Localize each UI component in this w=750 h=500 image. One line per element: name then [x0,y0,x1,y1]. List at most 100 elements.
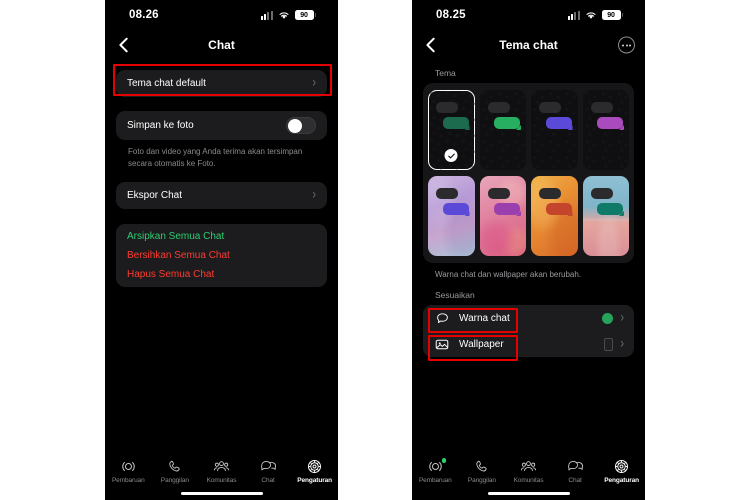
status-time: 08.25 [436,9,466,21]
right-nav-header: Tema chat [412,30,645,60]
tab-label: Pengaturan [604,477,640,484]
status-time: 08.26 [129,9,159,21]
theme-default-card: Tema chat default › [116,70,327,97]
page-title: Chat [208,38,235,52]
tab-panggilan[interactable]: Panggilan [459,457,505,484]
left-phone-screen: 08.26 90 Chat Tema chat default › Simpan… [105,0,338,500]
settings-icon [599,457,645,476]
row-label: Hapus Semua Chat [127,269,215,281]
theme-thumb-beach-blue[interactable] [582,176,629,256]
updates-icon [412,457,458,476]
tab-label: Pembaruan [418,477,452,484]
tab-label: Chat [261,477,275,484]
chat-bubble-icon [433,312,451,325]
home-indicator [487,491,570,495]
chevron-right-icon: › [312,187,316,203]
chevron-right-icon: › [312,75,316,91]
tab-chat[interactable]: Chat [552,457,598,484]
left-tab-bar: Pembaruan Panggilan Komunitas Chat Penga… [105,452,338,500]
row-label: Ekspor Chat [127,190,183,202]
row-hapus-semua-chat[interactable]: Hapus Semua Chat [116,266,327,287]
save-to-photos-helper-text: Foto dan video yang Anda terima akan ter… [128,147,303,168]
cellular-signal-icon [567,10,580,20]
export-chat-card: Ekspor Chat › [116,182,327,210]
danger-actions-card: Arsipkan Semua Chat Bersihkan Semua Chat… [116,224,327,288]
customize-card: Warna chat › Wallpaper › [423,305,634,357]
updates-badge-dot [441,458,447,463]
theme-thumb-lavender-leaves[interactable] [428,176,475,256]
chat-color-swatch [602,312,614,324]
tab-panggilan[interactable]: Panggilan [152,457,198,484]
wifi-icon [278,11,289,19]
theme-thumb-dark-magenta[interactable] [582,90,629,170]
tab-label: Pengaturan [297,477,333,484]
tab-label: Panggilan [160,477,189,484]
row-arsipkan-semua-chat[interactable]: Arsipkan Semua Chat [116,224,327,245]
customize-section-label: Sesuaikan [435,290,475,300]
row-ekspor-chat[interactable]: Ekspor Chat › [116,182,327,209]
battery-icon: 90 [294,9,316,21]
theme-thumb-default-dark[interactable] [428,90,475,170]
chevron-left-icon[interactable] [115,36,133,54]
row-label: Arsipkan Semua Chat [127,231,225,243]
tab-label: Komunitas [513,477,544,484]
status-indicators: 90 [260,9,316,21]
status-indicators: 90 [567,9,623,21]
tab-pembaruan[interactable]: Pembaruan [412,457,458,484]
right-tab-bar: Pembaruan Panggilan Komunitas Chat Penga… [412,452,645,500]
tab-komunitas[interactable]: Komunitas [198,457,244,484]
page-title: Tema chat [499,38,558,52]
chats-icon [245,457,291,476]
cellular-signal-icon [260,10,273,20]
chevron-right-icon: › [620,335,624,351]
row-label: Wallpaper [459,338,504,350]
left-status-bar: 08.26 90 [105,0,338,30]
theme-section-label: Tema [435,68,456,78]
right-phone-screen: 08.25 90 Tema chat Tema Warna chat dan w… [412,0,645,500]
communities-icon [198,457,244,476]
theme-thumb-orange-swirl[interactable] [531,176,578,256]
communities-icon [505,457,551,476]
left-content: Tema chat default › Simpan ke foto Foto … [105,60,338,288]
tab-label: Komunitas [206,477,237,484]
calls-icon [152,457,198,476]
wallpaper-swatch [604,337,614,351]
theme-thumb-dark-green[interactable] [479,90,526,170]
tab-pengaturan[interactable]: Pengaturan [599,457,645,484]
photo-icon [433,338,451,351]
save-to-photos-card: Simpan ke foto [116,111,327,140]
more-options-icon[interactable] [618,36,635,54]
save-to-photos-toggle[interactable] [286,117,316,134]
left-nav-header: Chat [105,30,338,60]
theme-selected-check-icon [444,149,458,162]
theme-thumb-pink-floral[interactable] [479,176,526,256]
theme-thumb-dark-purple[interactable] [531,90,578,170]
settings-icon [292,457,338,476]
chevron-left-icon[interactable] [422,36,440,54]
theme-row-2 [428,176,629,256]
tab-pengaturan[interactable]: Pengaturan [292,457,338,484]
battery-level: 90 [601,9,621,21]
theme-note: Warna chat dan wallpaper akan berubah. [435,270,582,279]
row-label: Bersihkan Semua Chat [127,250,230,262]
row-simpan-ke-foto[interactable]: Simpan ke foto [116,111,327,140]
row-warna-chat[interactable]: Warna chat › [423,305,634,331]
chevron-right-icon: › [620,309,624,325]
tab-komunitas[interactable]: Komunitas [505,457,551,484]
right-status-bar: 08.25 90 [412,0,645,30]
row-tema-chat-default[interactable]: Tema chat default › [116,70,327,97]
row-bersihkan-semua-chat[interactable]: Bersihkan Semua Chat [116,245,327,266]
tab-label: Chat [568,477,582,484]
row-wallpaper[interactable]: Wallpaper › [423,331,634,357]
calls-icon [459,457,505,476]
theme-row-1 [428,90,629,170]
screenshot-stage: 08.26 90 Chat Tema chat default › Simpan… [0,0,750,500]
battery-icon: 90 [601,9,623,21]
updates-icon [105,457,151,476]
chats-icon [552,457,598,476]
tab-chat[interactable]: Chat [245,457,291,484]
home-indicator [180,491,263,495]
row-label: Simpan ke foto [127,120,194,131]
tab-pembaruan[interactable]: Pembaruan [105,457,151,484]
tab-label: Pembaruan [111,477,145,484]
